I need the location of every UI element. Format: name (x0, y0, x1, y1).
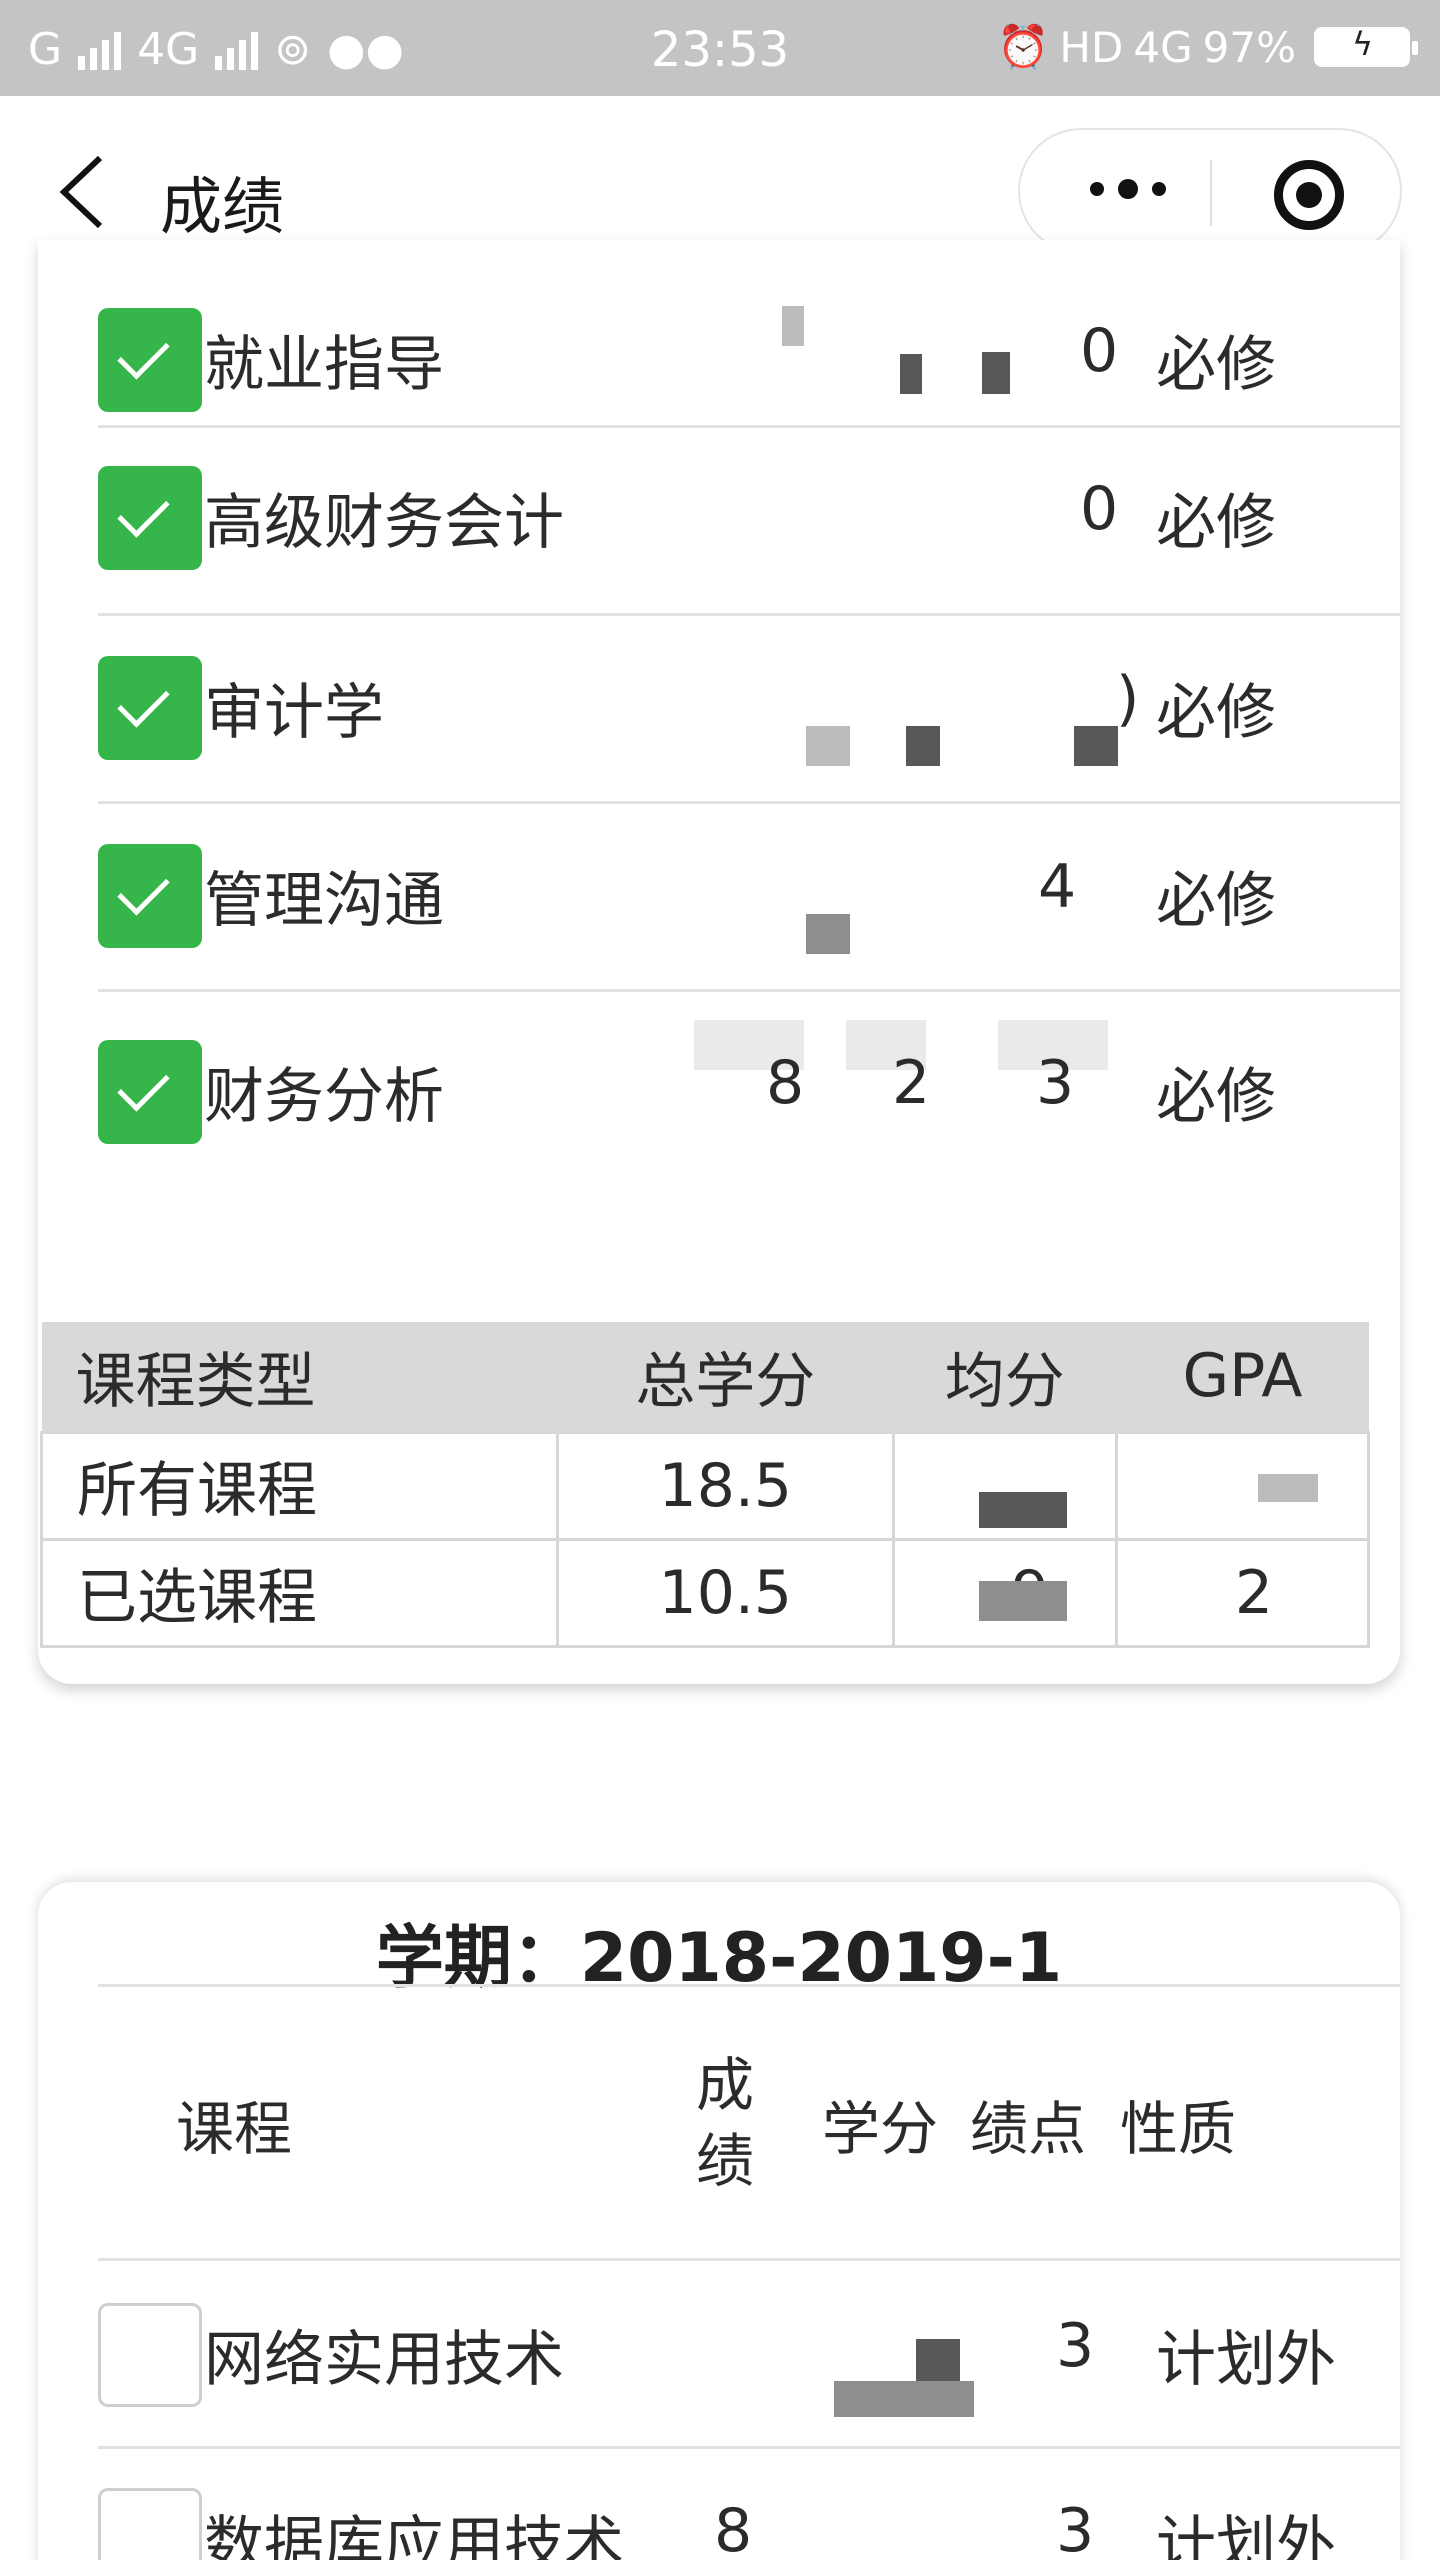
course-checkbox[interactable] (98, 1040, 202, 1144)
course-row[interactable]: 财务分析 8 2 3 必修 (98, 992, 1400, 1180)
mini-program-capsule (1018, 128, 1402, 254)
header-credit: 学分 (822, 2095, 939, 2163)
course-nature: 必修 (1156, 866, 1276, 936)
redacted-credit (982, 352, 1010, 394)
course-checkbox[interactable] (98, 656, 202, 760)
header-course: 课程 (176, 2095, 293, 2163)
course-grade-point: 3 (1056, 2496, 1095, 2560)
header-score-line1: 成 (696, 2051, 755, 2119)
course-row[interactable]: 高级财务会计 0 必修 (98, 428, 1400, 616)
hd-label: HD (1059, 22, 1124, 72)
page-title: 成绩 (160, 170, 285, 243)
course-name: 高级财务会计 (204, 488, 564, 558)
course-grade-point: 3 (1036, 1048, 1075, 1118)
course-checkbox[interactable] (98, 466, 202, 570)
course-grade-point: 4 (1038, 852, 1077, 922)
course-row[interactable]: 就业指导 0 必修 (98, 240, 1400, 428)
course-nature: 计划外 (1156, 2325, 1336, 2395)
summary-avg (891, 1430, 1119, 1541)
course-nature: 必修 (1156, 488, 1276, 558)
header-score-line2: 绩 (696, 2127, 755, 2195)
battery-percent: 97% (1202, 22, 1296, 72)
summary-gpa-value: 2 (1234, 1557, 1273, 1628)
battery-icon: ϟ (1314, 25, 1418, 67)
redacted-avg (978, 1580, 1067, 1621)
course-score: 8 (766, 1048, 805, 1118)
summary-gpa (1115, 1430, 1370, 1541)
course-grade-point: 0 (1080, 316, 1119, 386)
charging-icon: ϟ (1352, 25, 1374, 63)
course-row[interactable]: 审计学 ) 必修 (98, 616, 1400, 804)
back-chevron-icon[interactable] (54, 154, 110, 230)
summary-credits: 10.5 (556, 1537, 895, 1648)
summary-header: 均分 (893, 1322, 1117, 1432)
summary-row: 已选课程 10.5 9 2 (39, 1537, 1370, 1648)
course-name: 审计学 (204, 678, 384, 748)
course-checkbox[interactable] (98, 308, 202, 412)
course-score: 8 (714, 2496, 753, 2560)
summary-avg: 9 (891, 1537, 1119, 1648)
summary-type: 所有课程 (39, 1430, 560, 1541)
redacted-credit (906, 726, 940, 766)
summary-gpa: 2 (1115, 1537, 1370, 1648)
course-row[interactable]: 网络实用技术 3 计划外 (98, 2261, 1400, 2449)
course-nature: 必修 (1156, 678, 1276, 748)
summary-header: GPA (1116, 1322, 1369, 1432)
network-label: 4G (1133, 22, 1193, 72)
capsule-divider (1210, 160, 1212, 226)
target-close-icon[interactable] (1274, 160, 1344, 230)
course-checkbox[interactable] (98, 2488, 202, 2560)
course-name: 数据库应用技术 (204, 2510, 624, 2560)
summary-row: 所有课程 18.5 (39, 1430, 1370, 1541)
redacted-credit (900, 354, 922, 394)
redacted-score (806, 726, 850, 766)
course-nature: 必修 (1156, 330, 1276, 400)
summary-table: 课程类型 总学分 均分 GPA 所有课程 18.5 已选课程 10.5 9 2 (39, 1322, 1370, 1648)
status-bar: G 4G ⊚ ●● 23:53 ⏰ HD 4G 97% ϟ (0, 0, 1440, 96)
redacted-score (806, 914, 850, 954)
redacted-credit (916, 2339, 960, 2381)
course-grade-point: 0 (1080, 474, 1119, 544)
more-dots-icon[interactable] (1090, 179, 1166, 199)
summary-header-row: 课程类型 总学分 均分 GPA (41, 1322, 1369, 1432)
course-name: 管理沟通 (204, 866, 444, 936)
summary-credits: 18.5 (556, 1430, 895, 1541)
course-checkbox[interactable] (98, 844, 202, 948)
course-row[interactable]: 数据库应用技术 8 3 计划外 (98, 2452, 1400, 2560)
redacted-grade-point (1074, 726, 1118, 766)
course-name: 财务分析 (204, 1062, 444, 1132)
term-card-1: 就业指导 0 必修 高级财务会计 0 必修 审计学 ) 必修 管理沟通 4 必修… (38, 240, 1400, 1684)
course-name: 网络实用技术 (204, 2325, 564, 2395)
summary-header: 课程类型 (41, 1322, 558, 1432)
summary-type: 已选课程 (39, 1537, 560, 1648)
divider (98, 1984, 1400, 1987)
course-row[interactable]: 管理沟通 4 必修 (98, 804, 1400, 992)
status-right: ⏰ HD 4G 97% ϟ (997, 22, 1418, 72)
term-card-2: 学期：2018-2019-1 课程 成 绩 学分 绩点 性质 网络实用技术 3 … (38, 1882, 1400, 2560)
course-checkbox[interactable] (98, 2303, 202, 2407)
redacted-credit (834, 2381, 974, 2417)
course-credit: 2 (892, 1048, 931, 1118)
course-nature: 计划外 (1156, 2510, 1336, 2560)
course-grade-point: 3 (1056, 2311, 1095, 2381)
summary-header: 总学分 (557, 1322, 893, 1432)
redacted-gpa (1258, 1473, 1319, 1502)
alarm-icon: ⏰ (997, 22, 1050, 71)
redacted-avg (978, 1491, 1067, 1528)
redacted-score (782, 306, 804, 346)
course-name: 就业指导 (204, 330, 444, 400)
header-grade-point: 绩点 (970, 2095, 1087, 2163)
course-nature: 必修 (1156, 1062, 1276, 1132)
header-nature: 性质 (1120, 2095, 1237, 2163)
